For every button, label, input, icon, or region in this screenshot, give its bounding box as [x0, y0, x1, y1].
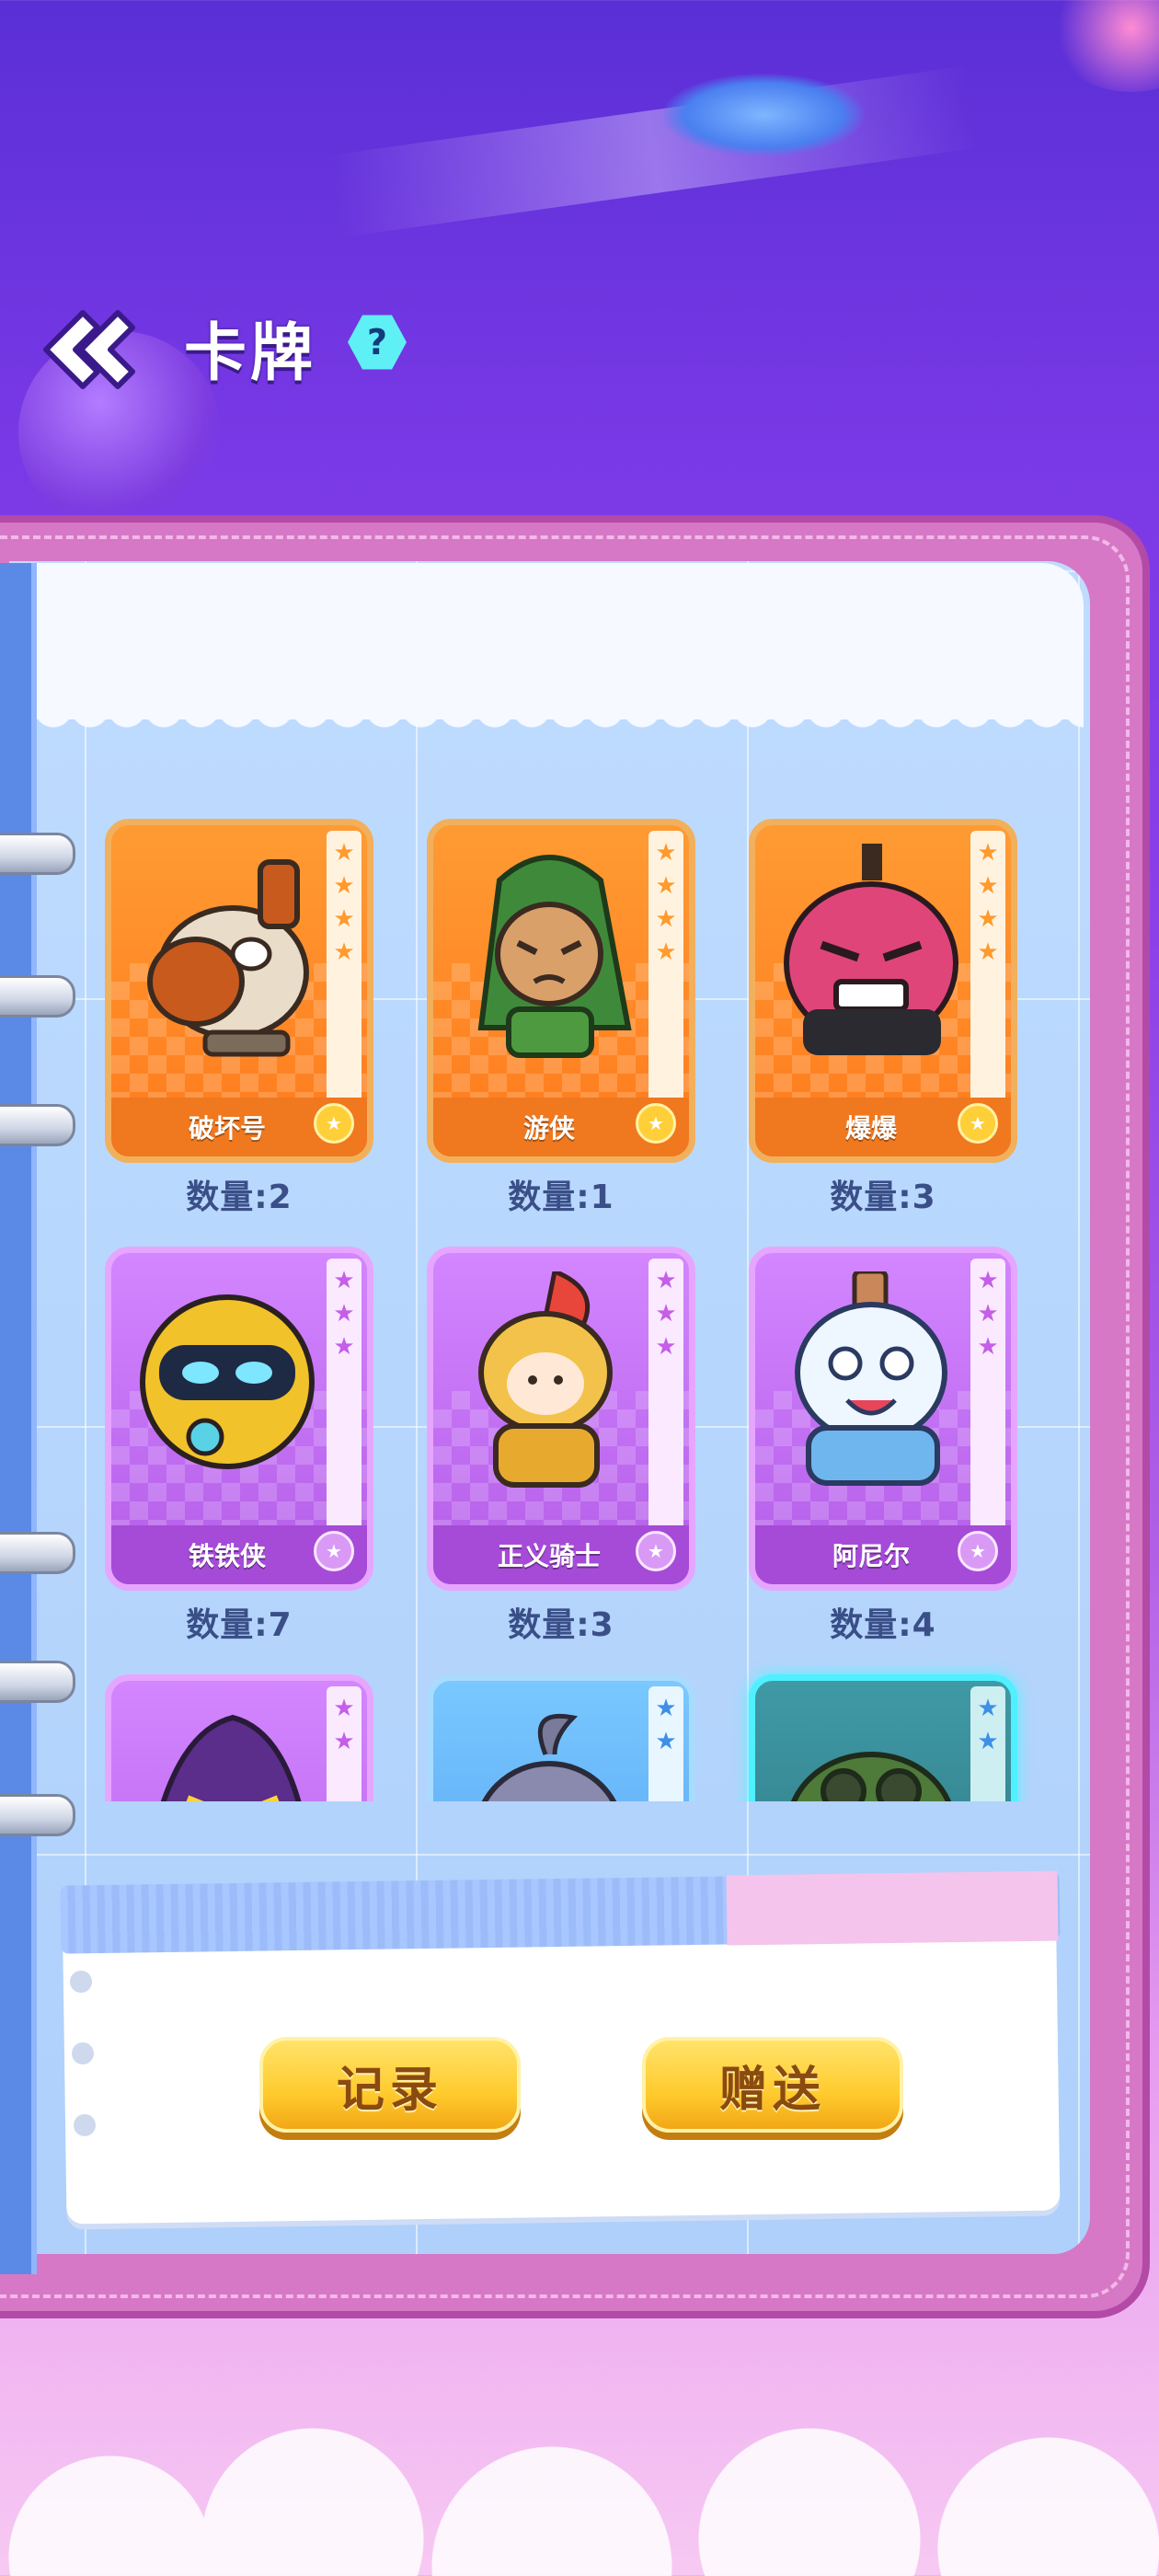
page-title: 卡牌 [184, 317, 317, 390]
scallop-edge [35, 708, 1084, 734]
star-rating: ★ ★ ★ ★ [333, 839, 355, 966]
binder-hole [74, 2114, 96, 2136]
coin-icon: ★ [958, 1531, 998, 1571]
card-quantity: 数量:2 [186, 1179, 293, 1216]
coin-icon: ★ [314, 1103, 354, 1144]
binder-hole [70, 1971, 92, 1993]
card-quantity: 数量:4 [830, 1606, 936, 1644]
card-name: 铁铁侠 [188, 1541, 266, 1571]
card-name: 阿尼尔 [832, 1541, 910, 1571]
star-rating: ★ ★ [333, 1695, 355, 1755]
binder-spine [0, 563, 37, 2274]
robot-fish-icon [147, 859, 309, 1057]
star-rating: ★ ★ [655, 1695, 677, 1755]
iron-robot-icon [140, 1294, 315, 1469]
card-quantity: 数量:7 [186, 1606, 293, 1644]
card-grid[interactable]: ★ ★ ★ ★ 破坏号 ★ ★ ★ ★ ★ 游侠 ★ ★ ★ ★ ★ 爆爆 ★ … [37, 791, 1076, 1801]
star-rating: ★ ★ ★ [333, 1267, 355, 1361]
ufo-decoration [662, 74, 865, 156]
card-item[interactable]: ★ ★ ★ 阿尼尔 ★ [749, 1247, 1017, 1591]
card-item[interactable]: ★ ★ [427, 1674, 695, 1801]
back-button[interactable] [37, 304, 138, 396]
bottle-creature-icon [795, 1271, 947, 1486]
card-name: 爆爆 [844, 1113, 897, 1144]
card-quantity: 数量:3 [508, 1606, 614, 1644]
planet-decoration-top [1049, 0, 1159, 92]
help-button[interactable]: ? [348, 313, 407, 372]
star-rating: ★ ★ [977, 1695, 999, 1755]
coin-icon: ★ [958, 1103, 998, 1144]
card-item[interactable]: ★ ★ [749, 1674, 1017, 1801]
coin-icon: ★ [636, 1531, 676, 1571]
cloud-decoration [0, 2355, 1159, 2576]
page-header-strip [35, 563, 1084, 719]
coin-icon: ★ [636, 1103, 676, 1144]
star-rating: ★ ★ ★ [977, 1267, 999, 1361]
star-rating: ★ ★ ★ ★ [655, 839, 677, 966]
knight-icon [478, 1271, 613, 1488]
coin-icon: ★ [314, 1531, 354, 1571]
hooded-villain-icon [160, 1714, 302, 1801]
card-item[interactable]: ★ ★ ★ 铁铁侠 ★ [105, 1247, 373, 1591]
card-item[interactable]: ★ ★ ★ ★ 破坏号 ★ [105, 819, 373, 1163]
card-quantity: 数量:1 [508, 1179, 614, 1216]
ranger-icon [477, 855, 632, 1058]
double-chevron-left-icon [43, 310, 135, 389]
card-name: 正义骑士 [497, 1541, 601, 1571]
sprout-creature-icon [481, 1713, 617, 1801]
card-name: 破坏号 [188, 1113, 266, 1144]
record-button[interactable]: 记录 [259, 2037, 521, 2133]
star-rating: ★ ★ ★ ★ [977, 839, 999, 966]
light-streak-decoration [328, 65, 978, 238]
binder-hole [72, 2042, 94, 2064]
tape-strip-pink [726, 1870, 1059, 1946]
card-item[interactable]: ★ ★ [105, 1674, 373, 1801]
star-rating: ★ ★ ★ [655, 1267, 677, 1361]
gasmask-frog-icon [790, 1752, 952, 1801]
gift-button[interactable]: 赠送 [642, 2037, 903, 2133]
card-item[interactable]: ★ ★ ★ ★ 游侠 ★ [427, 819, 695, 1163]
help-icon: ? [348, 315, 407, 370]
bomb-monster-icon [784, 844, 958, 1055]
card-item[interactable]: ★ ★ ★ ★ 爆爆 ★ [749, 819, 1017, 1163]
card-name: 游侠 [522, 1113, 575, 1144]
card-item[interactable]: ★ ★ ★ 正义骑士 ★ [427, 1247, 695, 1591]
card-quantity: 数量:3 [830, 1179, 936, 1216]
